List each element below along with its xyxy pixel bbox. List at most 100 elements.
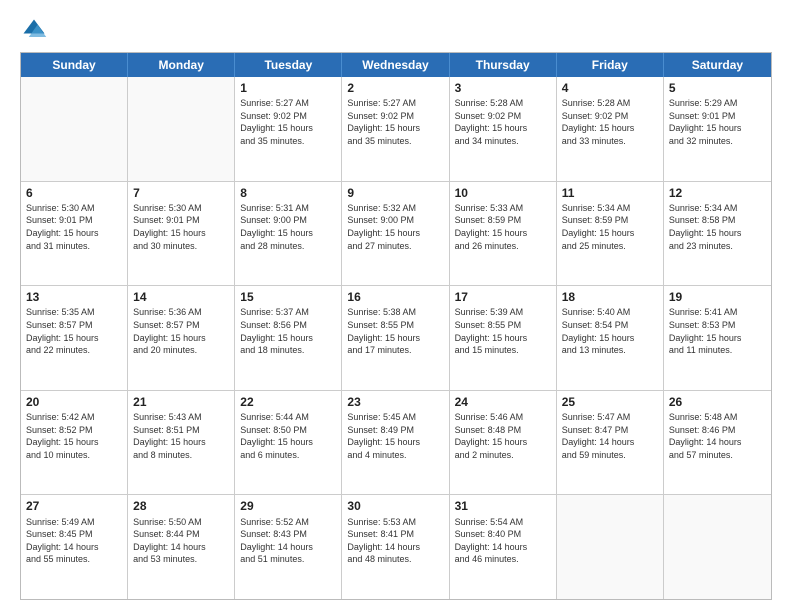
day-cell-7: 7Sunrise: 5:30 AMSunset: 9:01 PMDaylight…	[128, 182, 235, 286]
day-cell-24: 24Sunrise: 5:46 AMSunset: 8:48 PMDayligh…	[450, 391, 557, 495]
day-number: 20	[26, 394, 122, 410]
day-info-line: Sunset: 8:52 PM	[26, 424, 122, 437]
day-info-line: Daylight: 15 hours	[133, 436, 229, 449]
day-info-line: Daylight: 15 hours	[455, 436, 551, 449]
day-cell-14: 14Sunrise: 5:36 AMSunset: 8:57 PMDayligh…	[128, 286, 235, 390]
day-info-line: Sunrise: 5:47 AM	[562, 411, 658, 424]
day-cell-28: 28Sunrise: 5:50 AMSunset: 8:44 PMDayligh…	[128, 495, 235, 599]
day-info-line: Sunrise: 5:45 AM	[347, 411, 443, 424]
day-info-line: and 33 minutes.	[562, 135, 658, 148]
day-info-line: Sunset: 8:55 PM	[455, 319, 551, 332]
day-info-line: Daylight: 14 hours	[669, 436, 766, 449]
day-number: 18	[562, 289, 658, 305]
weekday-header-tuesday: Tuesday	[235, 53, 342, 77]
day-info-line: Daylight: 15 hours	[347, 227, 443, 240]
day-info-line: Sunset: 8:53 PM	[669, 319, 766, 332]
day-info-line: Sunrise: 5:33 AM	[455, 202, 551, 215]
day-info-line: and 11 minutes.	[669, 344, 766, 357]
day-cell-30: 30Sunrise: 5:53 AMSunset: 8:41 PMDayligh…	[342, 495, 449, 599]
day-cell-empty	[128, 77, 235, 181]
weekday-header-wednesday: Wednesday	[342, 53, 449, 77]
day-number: 4	[562, 80, 658, 96]
day-info-line: Sunset: 8:54 PM	[562, 319, 658, 332]
day-number: 24	[455, 394, 551, 410]
day-info-line: Daylight: 15 hours	[455, 332, 551, 345]
day-cell-13: 13Sunrise: 5:35 AMSunset: 8:57 PMDayligh…	[21, 286, 128, 390]
day-info-line: Daylight: 15 hours	[240, 332, 336, 345]
day-info-line: Sunset: 9:00 PM	[347, 214, 443, 227]
day-cell-10: 10Sunrise: 5:33 AMSunset: 8:59 PMDayligh…	[450, 182, 557, 286]
day-info-line: and 8 minutes.	[133, 449, 229, 462]
day-cell-19: 19Sunrise: 5:41 AMSunset: 8:53 PMDayligh…	[664, 286, 771, 390]
day-info-line: Sunset: 8:59 PM	[455, 214, 551, 227]
day-info-line: Sunset: 8:41 PM	[347, 528, 443, 541]
day-info-line: and 32 minutes.	[669, 135, 766, 148]
day-info-line: Sunset: 8:50 PM	[240, 424, 336, 437]
day-info-line: Daylight: 15 hours	[347, 122, 443, 135]
day-number: 7	[133, 185, 229, 201]
day-number: 27	[26, 498, 122, 514]
day-number: 22	[240, 394, 336, 410]
day-cell-16: 16Sunrise: 5:38 AMSunset: 8:55 PMDayligh…	[342, 286, 449, 390]
day-info-line: and 15 minutes.	[455, 344, 551, 357]
day-info-line: and 6 minutes.	[240, 449, 336, 462]
day-info-line: Daylight: 15 hours	[133, 332, 229, 345]
day-info-line: Sunset: 8:43 PM	[240, 528, 336, 541]
day-info-line: and 59 minutes.	[562, 449, 658, 462]
day-number: 29	[240, 498, 336, 514]
day-number: 25	[562, 394, 658, 410]
day-cell-31: 31Sunrise: 5:54 AMSunset: 8:40 PMDayligh…	[450, 495, 557, 599]
day-info-line: Daylight: 15 hours	[26, 436, 122, 449]
day-info-line: and 35 minutes.	[347, 135, 443, 148]
day-info-line: Sunrise: 5:37 AM	[240, 306, 336, 319]
day-cell-29: 29Sunrise: 5:52 AMSunset: 8:43 PMDayligh…	[235, 495, 342, 599]
day-info-line: and 34 minutes.	[455, 135, 551, 148]
day-info-line: Sunset: 8:46 PM	[669, 424, 766, 437]
day-number: 14	[133, 289, 229, 305]
day-info-line: Daylight: 15 hours	[669, 227, 766, 240]
day-info-line: and 31 minutes.	[26, 240, 122, 253]
day-cell-empty	[557, 495, 664, 599]
week-row-4: 20Sunrise: 5:42 AMSunset: 8:52 PMDayligh…	[21, 391, 771, 496]
day-cell-5: 5Sunrise: 5:29 AMSunset: 9:01 PMDaylight…	[664, 77, 771, 181]
day-info-line: Sunrise: 5:32 AM	[347, 202, 443, 215]
day-info-line: Daylight: 15 hours	[240, 227, 336, 240]
day-cell-11: 11Sunrise: 5:34 AMSunset: 8:59 PMDayligh…	[557, 182, 664, 286]
day-number: 6	[26, 185, 122, 201]
day-cell-empty	[21, 77, 128, 181]
day-info-line: Daylight: 15 hours	[240, 436, 336, 449]
day-info-line: and 18 minutes.	[240, 344, 336, 357]
week-row-1: 1Sunrise: 5:27 AMSunset: 9:02 PMDaylight…	[21, 77, 771, 182]
day-info-line: Daylight: 15 hours	[669, 332, 766, 345]
day-cell-15: 15Sunrise: 5:37 AMSunset: 8:56 PMDayligh…	[235, 286, 342, 390]
day-number: 31	[455, 498, 551, 514]
day-info-line: and 23 minutes.	[669, 240, 766, 253]
day-cell-8: 8Sunrise: 5:31 AMSunset: 9:00 PMDaylight…	[235, 182, 342, 286]
calendar-body: 1Sunrise: 5:27 AMSunset: 9:02 PMDaylight…	[21, 77, 771, 599]
day-info-line: Sunset: 8:40 PM	[455, 528, 551, 541]
day-number: 13	[26, 289, 122, 305]
day-info-line: and 4 minutes.	[347, 449, 443, 462]
day-info-line: Daylight: 15 hours	[669, 122, 766, 135]
day-info-line: Sunset: 8:56 PM	[240, 319, 336, 332]
day-number: 15	[240, 289, 336, 305]
logo-icon	[20, 16, 48, 44]
day-cell-2: 2Sunrise: 5:27 AMSunset: 9:02 PMDaylight…	[342, 77, 449, 181]
day-info-line: and 22 minutes.	[26, 344, 122, 357]
day-cell-26: 26Sunrise: 5:48 AMSunset: 8:46 PMDayligh…	[664, 391, 771, 495]
day-number: 12	[669, 185, 766, 201]
day-number: 3	[455, 80, 551, 96]
day-info-line: Sunrise: 5:41 AM	[669, 306, 766, 319]
day-info-line: and 35 minutes.	[240, 135, 336, 148]
day-info-line: Sunset: 8:57 PM	[26, 319, 122, 332]
day-info-line: Sunset: 8:45 PM	[26, 528, 122, 541]
day-cell-22: 22Sunrise: 5:44 AMSunset: 8:50 PMDayligh…	[235, 391, 342, 495]
day-info-line: Daylight: 14 hours	[347, 541, 443, 554]
day-info-line: and 46 minutes.	[455, 553, 551, 566]
day-info-line: Sunrise: 5:38 AM	[347, 306, 443, 319]
day-number: 28	[133, 498, 229, 514]
weekday-header-sunday: Sunday	[21, 53, 128, 77]
day-info-line: and 2 minutes.	[455, 449, 551, 462]
day-cell-23: 23Sunrise: 5:45 AMSunset: 8:49 PMDayligh…	[342, 391, 449, 495]
day-number: 23	[347, 394, 443, 410]
